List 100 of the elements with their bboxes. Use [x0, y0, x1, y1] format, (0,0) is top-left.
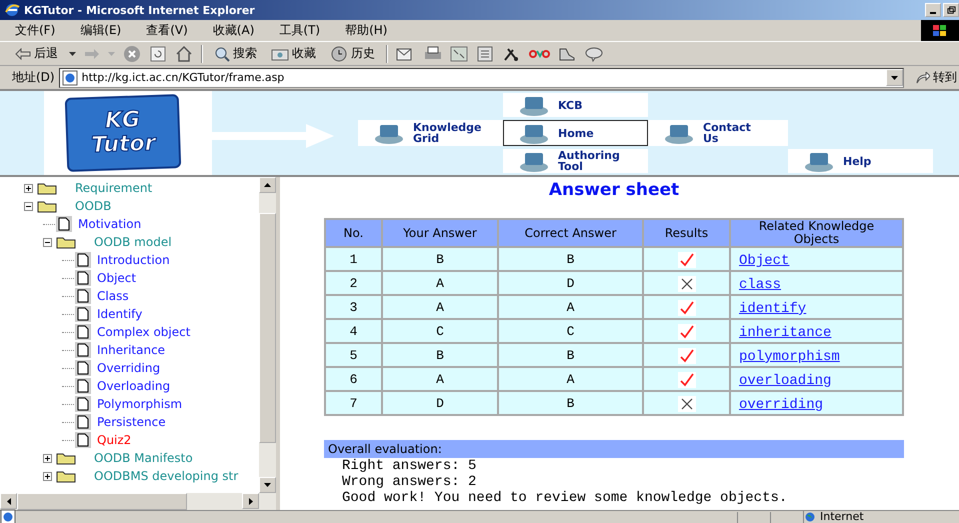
table-cell: A	[382, 295, 498, 319]
print-icon[interactable]	[424, 46, 442, 62]
tree-item[interactable]: Complex object	[97, 325, 190, 339]
table-cell: 1	[325, 247, 382, 271]
status-text: Internet	[820, 511, 864, 523]
column-header: Related Knowledge Objects	[730, 219, 903, 247]
table-cell: D	[382, 391, 498, 415]
table-cell: B	[382, 343, 498, 367]
menu-item[interactable]: 查看(V)	[143, 21, 191, 40]
document-icon[interactable]	[476, 46, 494, 62]
search-button[interactable]: 搜索	[211, 45, 260, 62]
go-button[interactable]: 转到	[908, 69, 959, 86]
left-arrow-icon	[6, 498, 10, 504]
tree-item[interactable]: Quiz2	[97, 433, 132, 447]
page-icon	[75, 288, 91, 304]
scrollbar-thumb[interactable]	[259, 213, 276, 443]
table-cell: A	[382, 367, 498, 391]
table-cell: B	[498, 391, 643, 415]
minimize-button[interactable]	[925, 3, 941, 17]
tree-item[interactable]: Inheritance	[97, 343, 166, 357]
home-icon[interactable]	[175, 44, 193, 62]
nav-link[interactable]: Authoring Tool	[503, 149, 648, 173]
menu-item[interactable]: 文件(F)	[12, 21, 58, 40]
nav-link[interactable]: Contact Us	[648, 120, 788, 146]
caret-icon[interactable]	[69, 52, 76, 56]
nav-link[interactable]: Knowledge Grid	[358, 120, 503, 146]
address-field[interactable]: http://kg.ict.ac.cn/KGTutor/frame.asp	[58, 68, 904, 88]
tree-item[interactable]: OODB	[75, 199, 112, 213]
collapse-icon[interactable]	[24, 202, 33, 210]
windows-logo-icon	[921, 20, 959, 41]
expand-icon[interactable]	[43, 472, 52, 480]
expand-icon[interactable]	[43, 454, 52, 462]
dropdown-button[interactable]	[886, 69, 903, 86]
stop-icon[interactable]	[123, 44, 141, 62]
column-header: Results	[643, 219, 730, 247]
restore-icon	[946, 6, 956, 14]
tree-item[interactable]: Introduction	[97, 253, 170, 267]
tree-item[interactable]: OODB Manifesto	[94, 451, 193, 465]
menu-item[interactable]: 编辑(E)	[77, 21, 124, 40]
tree-item[interactable]: Persistence	[97, 415, 166, 429]
tree-item[interactable]: Object	[97, 271, 136, 285]
column-header: Your Answer	[382, 219, 498, 247]
restore-button[interactable]	[943, 3, 959, 17]
tree-item[interactable]: Overloading	[97, 379, 170, 393]
table-cell: B	[498, 343, 643, 367]
page-icon	[75, 360, 91, 376]
evaluation-text: Wrong answers: 2	[341, 474, 478, 490]
page-icon	[75, 414, 91, 430]
nav-link[interactable]: Help	[788, 149, 933, 173]
tree-item[interactable]: Requirement	[75, 181, 152, 195]
menu-item[interactable]: 收藏(A)	[210, 21, 258, 40]
page-icon	[56, 216, 72, 232]
scroll-down-button[interactable]	[259, 477, 276, 493]
table-cell: D	[498, 271, 643, 295]
page-icon	[75, 378, 91, 394]
tree-item[interactable]: Identify	[97, 307, 142, 321]
window-title: KGTutor - Microsoft Internet Explorer	[24, 4, 255, 16]
page-icon	[75, 324, 91, 340]
tree-item[interactable]: Motivation	[78, 217, 142, 231]
knowledge-object-link[interactable]: Object	[739, 253, 790, 269]
tree-item[interactable]: Overriding	[97, 361, 160, 375]
chat-bubble-icon[interactable]	[584, 46, 604, 62]
nav-link[interactable]: KCB	[503, 93, 648, 117]
kg-tutor-logo: KG Tutor	[64, 94, 182, 172]
column-header: No.	[325, 219, 382, 247]
scroll-right-button[interactable]	[242, 493, 259, 509]
table-cell: 6	[325, 367, 382, 391]
tree-item[interactable]: OODB model	[94, 235, 172, 249]
minimize-icon	[930, 12, 936, 14]
menu-item[interactable]: 工具(T)	[276, 21, 324, 40]
expand-icon[interactable]	[24, 184, 33, 192]
scroll-up-button[interactable]	[259, 177, 276, 193]
scroll-left-button[interactable]	[0, 493, 17, 509]
table-cell: B	[498, 247, 643, 271]
scrollbar-thumb[interactable]	[17, 493, 187, 510]
favorites-button[interactable]: 收藏	[268, 45, 319, 62]
tree-item[interactable]: OODBMS developing str	[94, 469, 238, 483]
tools-icon[interactable]	[502, 46, 520, 62]
page-icon	[75, 270, 91, 286]
page-icon	[75, 396, 91, 412]
menu-item[interactable]: 帮助(H)	[342, 21, 390, 40]
page-icon	[62, 70, 78, 86]
table-cell: 5	[325, 343, 382, 367]
history-button[interactable]: 历史	[327, 45, 378, 62]
back-button[interactable]: 后退	[12, 45, 61, 62]
search-icon	[214, 46, 230, 62]
tree-item[interactable]: Class	[97, 289, 129, 303]
knowledge-object-link[interactable]: class	[739, 277, 782, 293]
table-cell: 3	[325, 295, 382, 319]
collapse-icon[interactable]	[43, 238, 52, 246]
page-icon	[75, 252, 91, 268]
tree-item[interactable]: Polymorphism	[97, 397, 182, 411]
table-cell: A	[498, 295, 643, 319]
page-icon	[75, 432, 91, 448]
refresh-icon[interactable]	[149, 44, 167, 62]
column-header: Correct Answer	[498, 219, 643, 247]
page-heading: Answer sheet	[548, 180, 680, 200]
table-cell: C	[382, 319, 498, 343]
up-arrow-icon	[264, 183, 271, 187]
nav-link[interactable]: Home	[503, 120, 648, 146]
